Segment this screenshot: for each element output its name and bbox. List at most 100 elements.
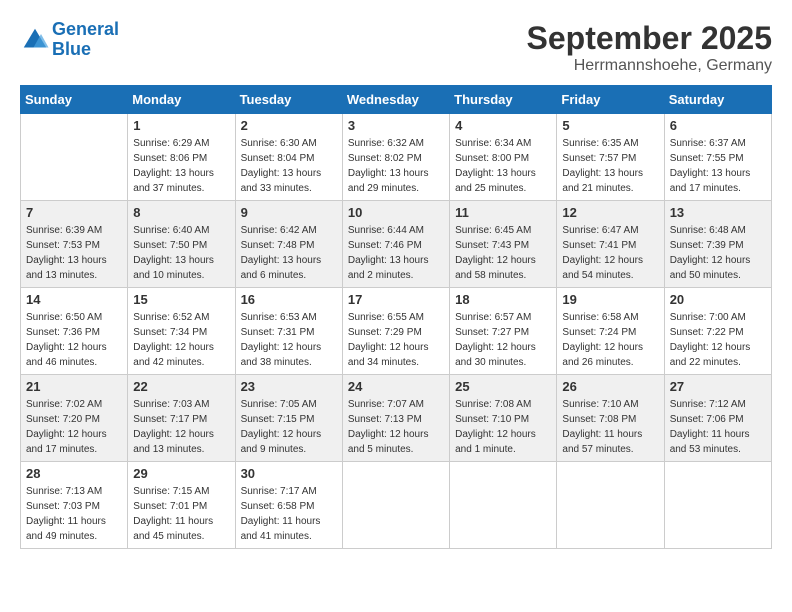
day-number: 30: [241, 466, 337, 481]
week-row-5: 28 Sunrise: 7:13 AMSunset: 7:03 PMDayligh…: [21, 462, 772, 549]
calendar-cell: [664, 462, 771, 549]
day-number: 22: [133, 379, 229, 394]
calendar-cell: 29 Sunrise: 7:15 AMSunset: 7:01 PMDayligh…: [128, 462, 235, 549]
header-cell-saturday: Saturday: [664, 86, 771, 114]
calendar-cell: 23Sunrise: 7:05 AMSunset: 7:15 PMDayligh…: [235, 375, 342, 462]
day-number: 5: [562, 118, 658, 133]
calendar-cell: 28 Sunrise: 7:13 AMSunset: 7:03 PMDayligh…: [21, 462, 128, 549]
logo-text: General Blue: [52, 20, 119, 60]
calendar-cell: [342, 462, 449, 549]
day-number: 19: [562, 292, 658, 307]
week-row-4: 21 Sunrise: 7:02 AMSunset: 7:20 PMDayligh…: [21, 375, 772, 462]
calendar-cell: 18 Sunrise: 6:57 AMSunset: 7:27 PMDayligh…: [450, 288, 557, 375]
calendar-cell: 24Sunrise: 7:07 AMSunset: 7:13 PMDayligh…: [342, 375, 449, 462]
day-info: Sunrise: 6:32 AMSunset: 8:02 PMDaylight:…: [348, 136, 444, 196]
calendar-cell: 10 Sunrise: 6:44 AMSunset: 7:46 PMDayligh…: [342, 201, 449, 288]
day-number: 8: [133, 205, 229, 220]
day-number: 7: [26, 205, 122, 220]
calendar-cell: 19 Sunrise: 6:58 AMSunset: 7:24 PMDayligh…: [557, 288, 664, 375]
day-info: Sunrise: 7:00 AMSunset: 7:22 PMDaylight:…: [670, 310, 766, 370]
day-number: 4: [455, 118, 551, 133]
day-info: Sunrise: 6:29 AMSunset: 8:06 PMDaylight:…: [133, 136, 229, 196]
day-number: 18: [455, 292, 551, 307]
day-info: Sunrise: 6:39 AMSunset: 7:53 PMDaylight:…: [26, 223, 122, 283]
day-info: Sunrise: 6:55 AMSunset: 7:29 PMDaylight:…: [348, 310, 444, 370]
day-info: Sunrise: 7:03 AMSunset: 7:17 PMDaylight:…: [133, 397, 229, 457]
calendar-cell: 22 Sunrise: 7:03 AMSunset: 7:17 PMDayligh…: [128, 375, 235, 462]
calendar-cell: [21, 114, 128, 201]
day-info: Sunrise: 6:57 AMSunset: 7:27 PMDaylight:…: [455, 310, 551, 370]
day-number: 26: [562, 379, 658, 394]
calendar-cell: 5 Sunrise: 6:35 AMSunset: 7:57 PMDaylight…: [557, 114, 664, 201]
day-info: Sunrise: 6:35 AMSunset: 7:57 PMDaylight:…: [562, 136, 658, 196]
day-number: 16: [241, 292, 337, 307]
day-number: 13: [670, 205, 766, 220]
calendar-cell: 15Sunrise: 6:52 AMSunset: 7:34 PMDayligh…: [128, 288, 235, 375]
day-info: Sunrise: 6:47 AMSunset: 7:41 PMDaylight:…: [562, 223, 658, 283]
day-number: 10: [348, 205, 444, 220]
calendar-cell: 25 Sunrise: 7:08 AMSunset: 7:10 PMDayligh…: [450, 375, 557, 462]
week-row-3: 14 Sunrise: 6:50 AMSunset: 7:36 PMDayligh…: [21, 288, 772, 375]
header-cell-friday: Friday: [557, 86, 664, 114]
day-number: 15: [133, 292, 229, 307]
calendar-cell: 30 Sunrise: 7:17 AMSunset: 6:58 PMDayligh…: [235, 462, 342, 549]
header-cell-sunday: Sunday: [21, 86, 128, 114]
day-number: 27: [670, 379, 766, 394]
day-number: 14: [26, 292, 122, 307]
header-cell-thursday: Thursday: [450, 86, 557, 114]
calendar-cell: 11Sunrise: 6:45 AMSunset: 7:43 PMDayligh…: [450, 201, 557, 288]
calendar-cell: 7 Sunrise: 6:39 AMSunset: 7:53 PMDaylight…: [21, 201, 128, 288]
calendar-cell: 8Sunrise: 6:40 AMSunset: 7:50 PMDaylight…: [128, 201, 235, 288]
calendar-cell: 13 Sunrise: 6:48 AMSunset: 7:39 PMDayligh…: [664, 201, 771, 288]
calendar-cell: 2 Sunrise: 6:30 AMSunset: 8:04 PMDaylight…: [235, 114, 342, 201]
header-cell-monday: Monday: [128, 86, 235, 114]
day-info: Sunrise: 7:17 AMSunset: 6:58 PMDaylight:…: [241, 484, 337, 544]
day-info: Sunrise: 7:02 AMSunset: 7:20 PMDaylight:…: [26, 397, 122, 457]
day-number: 25: [455, 379, 551, 394]
day-number: 12: [562, 205, 658, 220]
header-cell-wednesday: Wednesday: [342, 86, 449, 114]
day-info: Sunrise: 7:13 AMSunset: 7:03 PMDaylight:…: [26, 484, 122, 544]
calendar-cell: 1 Sunrise: 6:29 AMSunset: 8:06 PMDaylight…: [128, 114, 235, 201]
day-info: Sunrise: 7:12 AMSunset: 7:06 PMDaylight:…: [670, 397, 766, 457]
day-info: Sunrise: 7:15 AMSunset: 7:01 PMDaylight:…: [133, 484, 229, 544]
day-info: Sunrise: 6:58 AMSunset: 7:24 PMDaylight:…: [562, 310, 658, 370]
week-row-1: 1 Sunrise: 6:29 AMSunset: 8:06 PMDaylight…: [21, 114, 772, 201]
calendar-cell: 4Sunrise: 6:34 AMSunset: 8:00 PMDaylight…: [450, 114, 557, 201]
calendar-cell: 27 Sunrise: 7:12 AMSunset: 7:06 PMDayligh…: [664, 375, 771, 462]
day-info: Sunrise: 7:10 AMSunset: 7:08 PMDaylight:…: [562, 397, 658, 457]
day-info: Sunrise: 6:48 AMSunset: 7:39 PMDaylight:…: [670, 223, 766, 283]
header-row: SundayMondayTuesdayWednesdayThursdayFrid…: [21, 86, 772, 114]
logo: General Blue: [20, 20, 119, 60]
logo-line1: General: [52, 19, 119, 39]
day-number: 1: [133, 118, 229, 133]
day-number: 29: [133, 466, 229, 481]
day-info: Sunrise: 7:08 AMSunset: 7:10 PMDaylight:…: [455, 397, 551, 457]
calendar-cell: 17Sunrise: 6:55 AMSunset: 7:29 PMDayligh…: [342, 288, 449, 375]
calendar-cell: 12 Sunrise: 6:47 AMSunset: 7:41 PMDayligh…: [557, 201, 664, 288]
day-number: 6: [670, 118, 766, 133]
logo-line2: Blue: [52, 39, 91, 59]
calendar-cell: 16 Sunrise: 6:53 AMSunset: 7:31 PMDayligh…: [235, 288, 342, 375]
header-cell-tuesday: Tuesday: [235, 86, 342, 114]
day-info: Sunrise: 7:07 AMSunset: 7:13 PMDaylight:…: [348, 397, 444, 457]
day-info: Sunrise: 6:50 AMSunset: 7:36 PMDaylight:…: [26, 310, 122, 370]
day-number: 21: [26, 379, 122, 394]
day-info: Sunrise: 6:45 AMSunset: 7:43 PMDaylight:…: [455, 223, 551, 283]
location-title: Herrmannshoehe, Germany: [527, 57, 772, 75]
day-info: Sunrise: 6:30 AMSunset: 8:04 PMDaylight:…: [241, 136, 337, 196]
logo-icon: [20, 25, 50, 55]
day-info: Sunrise: 6:44 AMSunset: 7:46 PMDaylight:…: [348, 223, 444, 283]
calendar-cell: 3 Sunrise: 6:32 AMSunset: 8:02 PMDaylight…: [342, 114, 449, 201]
day-number: 3: [348, 118, 444, 133]
day-info: Sunrise: 6:53 AMSunset: 7:31 PMDaylight:…: [241, 310, 337, 370]
calendar-cell: 26 Sunrise: 7:10 AMSunset: 7:08 PMDayligh…: [557, 375, 664, 462]
calendar-cell: [557, 462, 664, 549]
day-info: Sunrise: 6:37 AMSunset: 7:55 PMDaylight:…: [670, 136, 766, 196]
calendar-cell: 6 Sunrise: 6:37 AMSunset: 7:55 PMDaylight…: [664, 114, 771, 201]
day-info: Sunrise: 7:05 AMSunset: 7:15 PMDaylight:…: [241, 397, 337, 457]
day-number: 2: [241, 118, 337, 133]
day-number: 28: [26, 466, 122, 481]
day-number: 20: [670, 292, 766, 307]
calendar-cell: 9Sunrise: 6:42 AMSunset: 7:48 PMDaylight…: [235, 201, 342, 288]
